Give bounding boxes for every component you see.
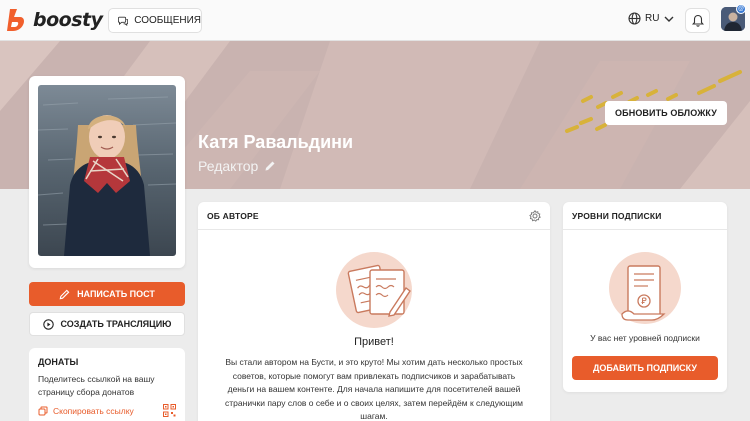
donations-card: ДОНАТЫ Поделитесь ссылкой на вашу страни…	[29, 348, 185, 421]
boosty-logo[interactable]: boosty	[6, 8, 103, 32]
avatar-badge: @	[736, 4, 746, 14]
about-text: Вы стали автором на Бусти, и это круто! …	[225, 357, 523, 421]
about-card-header: ОБ АВТОРЕ	[198, 202, 550, 230]
play-circle-icon	[42, 318, 54, 330]
messages-label: СООБЩЕНИЯ	[134, 15, 201, 26]
about-greeting: Привет!	[354, 336, 394, 348]
document-pen-illustration	[336, 252, 412, 328]
language-label: RU	[645, 13, 660, 24]
profile-photo-card	[29, 76, 185, 268]
globe-icon	[628, 12, 641, 25]
qr-code-icon[interactable]	[163, 404, 176, 417]
subscription-levels-card: УРОВНИ ПОДПИСКИ У вас нет уровней подпис…	[563, 202, 727, 392]
chevron-down-icon	[664, 16, 674, 22]
about-title: ОБ АВТОРЕ	[207, 210, 259, 221]
add-subscription-button[interactable]: ДОБАВИТЬ ПОДПИСКУ	[572, 356, 718, 380]
notifications-button[interactable]	[685, 8, 710, 33]
copy-link-button[interactable]: Скопировать ссылку	[38, 406, 134, 416]
receipt-illustration	[609, 252, 681, 324]
about-author-card: ОБ АВТОРЕ Привет! Вы стали автором на Бу…	[198, 202, 550, 421]
chat-icon	[118, 16, 129, 27]
create-stream-button[interactable]: СОЗДАТЬ ТРАНСЛЯЦИЮ	[29, 312, 185, 336]
language-selector[interactable]: RU	[628, 12, 679, 25]
profile-photo[interactable]	[38, 85, 176, 256]
boosty-logo-icon	[7, 9, 24, 31]
logo-text: boosty	[33, 9, 103, 31]
create-stream-label: СОЗДАТЬ ТРАНСЛЯЦИЮ	[60, 319, 172, 329]
profile-name: Катя Равальдини	[198, 132, 354, 152]
pencil-icon	[59, 289, 70, 299]
levels-title: УРОВНИ ПОДПИСКИ	[572, 210, 662, 221]
levels-card-header: УРОВНИ ПОДПИСКИ	[563, 202, 727, 230]
top-bar: boosty СООБЩЕНИЯ RU @	[0, 0, 750, 41]
profile-role[interactable]: Редактор	[198, 158, 276, 174]
bell-icon	[691, 14, 704, 27]
copy-link-label: Скопировать ссылку	[53, 406, 134, 416]
profile-photo-image	[38, 85, 176, 256]
update-cover-button[interactable]: ОБНОВИТЬ ОБЛОЖКУ	[605, 101, 727, 125]
write-post-button[interactable]: НАПИСАТЬ ПОСТ	[29, 282, 185, 306]
no-levels-text: У вас нет уровней подписки	[590, 333, 700, 343]
donations-text: Поделитесь ссылкой на вашу страницу сбор…	[38, 374, 155, 397]
donations-title: ДОНАТЫ	[38, 357, 79, 367]
copy-icon	[38, 406, 48, 416]
messages-button[interactable]: СООБЩЕНИЯ	[108, 8, 202, 33]
pencil-icon	[265, 161, 275, 171]
role-label: Редактор	[198, 158, 259, 174]
gear-icon[interactable]	[529, 209, 541, 222]
write-post-label: НАПИСАТЬ ПОСТ	[77, 289, 155, 299]
